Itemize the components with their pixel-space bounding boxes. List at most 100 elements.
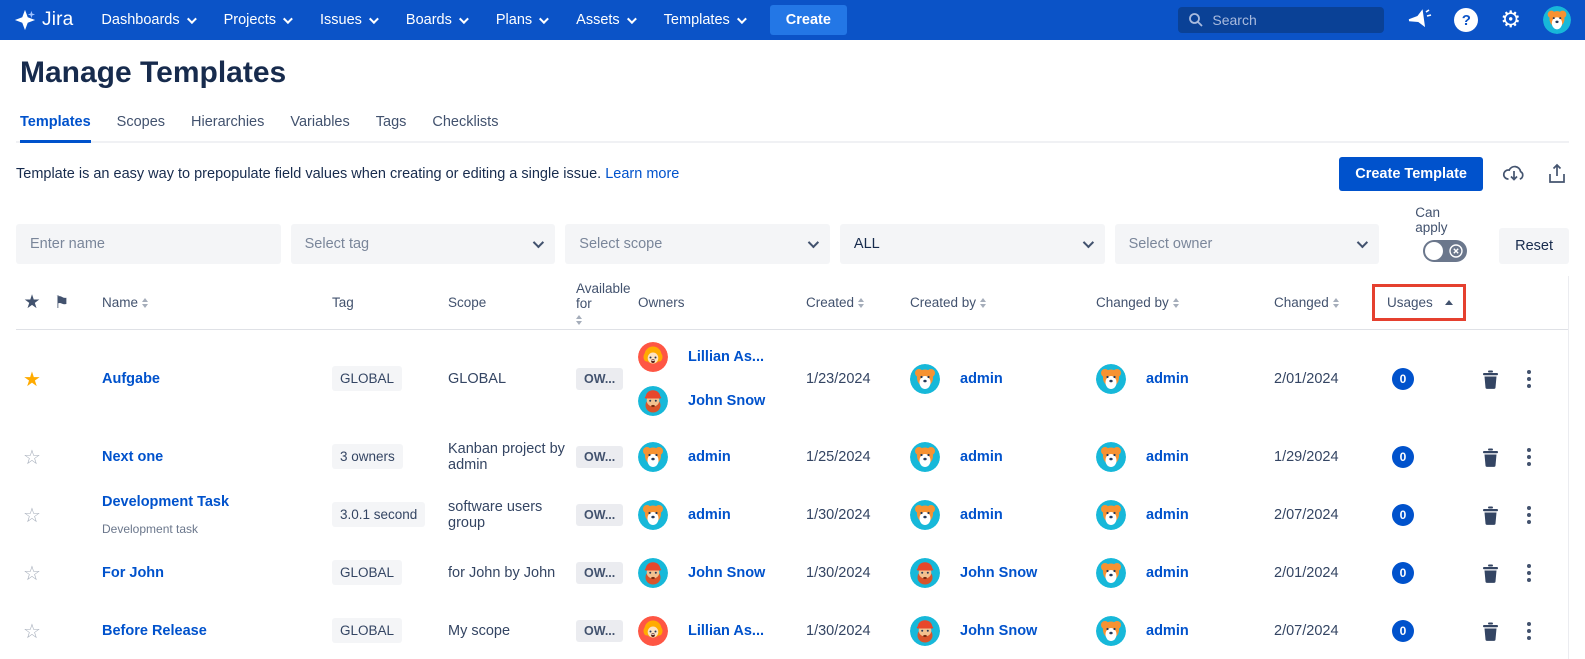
tab-checklists[interactable]: Checklists (432, 114, 498, 141)
header-owners[interactable]: Owners (638, 295, 806, 310)
user-link[interactable]: admin (1146, 449, 1189, 465)
delete-trash-icon[interactable] (1482, 564, 1499, 583)
user-link[interactable]: Lillian As... (688, 349, 764, 365)
user-link[interactable]: John Snow (688, 565, 765, 581)
usages-count-badge[interactable]: 0 (1392, 446, 1414, 468)
filter-tag-select[interactable]: Select tag (291, 224, 556, 264)
template-name-link[interactable]: Next one (102, 449, 326, 465)
more-actions-kebab-icon[interactable] (1525, 446, 1533, 468)
user-link[interactable]: admin (1146, 565, 1189, 581)
delete-trash-icon[interactable] (1482, 370, 1499, 389)
delete-trash-icon[interactable] (1482, 506, 1499, 525)
available-for-badge[interactable]: OW... (576, 368, 623, 390)
nav-item-dashboards[interactable]: Dashboards (101, 12, 193, 28)
user-link[interactable]: John Snow (688, 393, 765, 409)
header-changed[interactable]: Changed (1274, 295, 1384, 310)
usages-count-badge[interactable]: 0 (1392, 562, 1414, 584)
template-name-link[interactable]: Development Task (102, 494, 326, 510)
user-link[interactable]: John Snow (960, 565, 1037, 581)
nav-item-templates[interactable]: Templates (664, 12, 744, 28)
tab-hierarchies[interactable]: Hierarchies (191, 114, 264, 141)
sort-icon[interactable] (142, 298, 148, 308)
admin-avatar-icon (638, 442, 668, 472)
filter-name-field[interactable] (16, 224, 281, 264)
import-cloud-download-icon[interactable] (1501, 162, 1527, 186)
user-avatar[interactable] (1543, 6, 1571, 34)
favorite-star-icon[interactable]: ☆ (23, 505, 41, 527)
nav-item-boards[interactable]: Boards (406, 12, 466, 28)
available-for-badge[interactable]: OW... (576, 504, 623, 526)
template-name-link[interactable]: Aufgabe (102, 371, 326, 387)
more-actions-kebab-icon[interactable] (1525, 620, 1533, 642)
help-icon[interactable]: ? (1454, 8, 1478, 32)
more-actions-kebab-icon[interactable] (1525, 504, 1533, 526)
sort-icon[interactable] (1333, 298, 1339, 308)
sort-ascending-icon[interactable] (1445, 300, 1453, 305)
tab-variables[interactable]: Variables (290, 114, 349, 141)
available-for-badge[interactable]: OW... (576, 620, 623, 642)
user-link[interactable]: admin (960, 371, 1003, 387)
user-link[interactable]: admin (688, 449, 731, 465)
search-input[interactable] (1212, 12, 1374, 28)
sort-icon[interactable] (576, 315, 582, 325)
favorite-star-icon[interactable]: ☆ (23, 447, 41, 469)
favorite-star-header-icon[interactable]: ★ (16, 291, 54, 314)
available-for-badge[interactable]: OW... (576, 446, 623, 468)
tab-templates[interactable]: Templates (20, 114, 91, 143)
header-created[interactable]: Created (806, 295, 910, 310)
global-search[interactable] (1178, 7, 1384, 33)
announcements-megaphone-icon[interactable] (1406, 8, 1432, 32)
header-available-for[interactable]: Available for (576, 281, 638, 325)
export-share-icon[interactable] (1545, 162, 1569, 186)
settings-gear-icon[interactable]: ⚙ (1500, 9, 1521, 32)
favorite-star-icon[interactable]: ★ (23, 369, 41, 391)
favorite-star-icon[interactable]: ☆ (23, 563, 41, 585)
user-link[interactable]: John Snow (960, 623, 1037, 639)
user-link[interactable]: admin (960, 449, 1003, 465)
delete-trash-icon[interactable] (1482, 448, 1499, 467)
usages-count-badge[interactable]: 0 (1392, 368, 1414, 390)
nav-item-plans[interactable]: Plans (496, 12, 546, 28)
header-created-by[interactable]: Created by (910, 295, 1096, 310)
header-changed-by[interactable]: Changed by (1096, 295, 1274, 310)
usages-count-badge[interactable]: 0 (1392, 504, 1414, 526)
sort-icon[interactable] (980, 298, 986, 308)
template-name-link[interactable]: For John (102, 565, 326, 581)
more-actions-kebab-icon[interactable] (1525, 562, 1533, 584)
sort-icon[interactable] (858, 298, 864, 308)
tab-tags[interactable]: Tags (376, 114, 407, 141)
nav-item-assets[interactable]: Assets (576, 12, 634, 28)
create-template-button[interactable]: Create Template (1339, 157, 1483, 191)
user-link[interactable]: admin (1146, 371, 1189, 387)
tab-scopes[interactable]: Scopes (117, 114, 165, 141)
can-apply-toggle[interactable] (1423, 240, 1467, 262)
available-for-badge[interactable]: OW... (576, 562, 623, 584)
jira-logo[interactable]: Jira (14, 9, 73, 31)
filter-owner-select[interactable]: Select owner (1115, 224, 1380, 264)
filter-type-select[interactable]: ALL (840, 224, 1105, 264)
more-actions-kebab-icon[interactable] (1525, 368, 1533, 390)
reset-button[interactable]: Reset (1499, 228, 1569, 264)
delete-trash-icon[interactable] (1482, 622, 1499, 641)
template-name-link[interactable]: Before Release (102, 623, 326, 639)
learn-more-link[interactable]: Learn more (605, 166, 679, 182)
nav-create-button[interactable]: Create (770, 5, 847, 35)
user-link[interactable]: Lillian As... (688, 623, 764, 639)
user-link[interactable]: admin (1146, 507, 1189, 523)
filter-name-input[interactable] (30, 236, 267, 252)
header-usages-highlighted[interactable]: Usages (1384, 284, 1460, 321)
header-name[interactable]: Name (88, 295, 332, 310)
sort-icon[interactable] (1173, 298, 1179, 308)
user-link[interactable]: admin (688, 507, 731, 523)
nav-item-projects[interactable]: Projects (224, 12, 290, 28)
lillian-avatar-icon (638, 616, 668, 646)
filter-scope-select[interactable]: Select scope (565, 224, 830, 264)
favorite-star-icon[interactable]: ☆ (23, 621, 41, 643)
header-tag[interactable]: Tag (332, 295, 448, 310)
user-link[interactable]: admin (960, 507, 1003, 523)
usages-count-badge[interactable]: 0 (1392, 620, 1414, 642)
nav-item-issues[interactable]: Issues (320, 12, 376, 28)
user-link[interactable]: admin (1146, 623, 1189, 639)
header-scope[interactable]: Scope (448, 295, 576, 310)
flag-header-icon[interactable]: ⚑ (54, 293, 88, 313)
